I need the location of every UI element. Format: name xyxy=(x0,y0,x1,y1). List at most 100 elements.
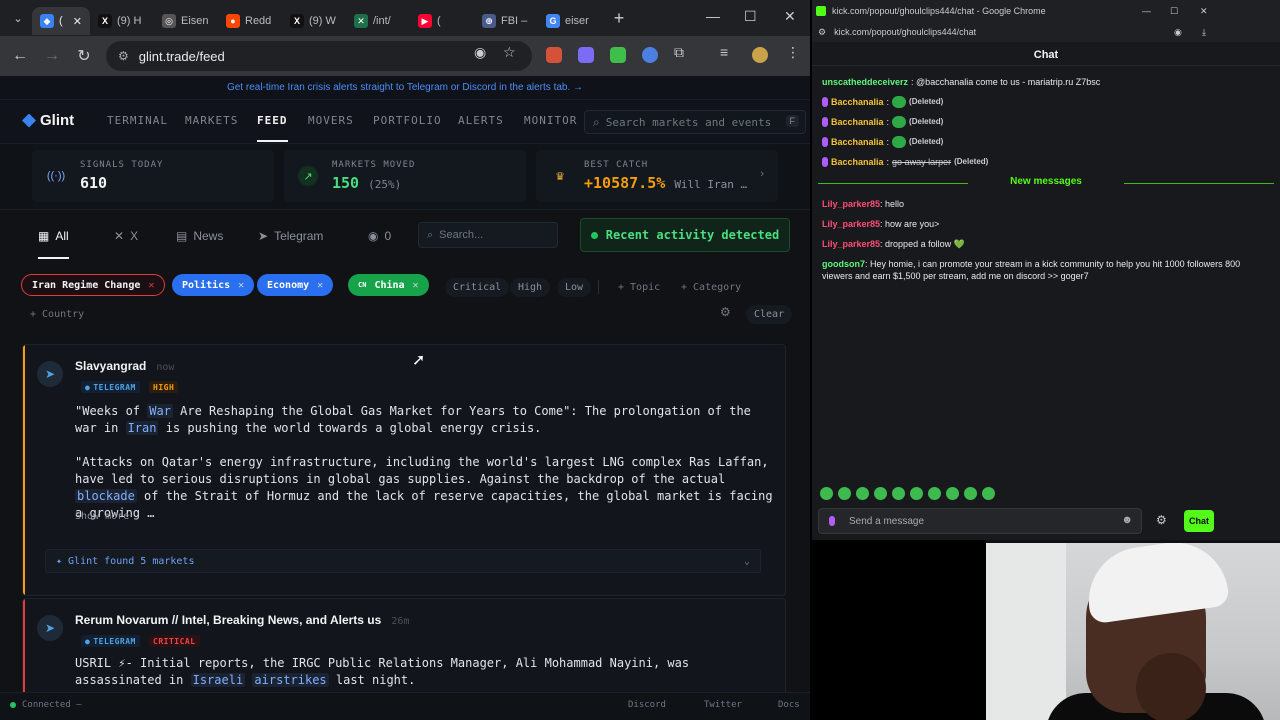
microphone-icon[interactable] xyxy=(829,516,835,526)
clear-filters-button[interactable]: Clear xyxy=(746,305,793,324)
keyword-highlight[interactable]: Israeli xyxy=(190,673,246,687)
nav-alerts[interactable]: ALERTS xyxy=(458,114,504,127)
emote-icon[interactable] xyxy=(820,487,833,500)
tab-search-button[interactable]: ⌄ xyxy=(4,4,32,32)
add-topic-button[interactable]: + Topic xyxy=(610,278,668,297)
reload-icon[interactable]: ↻ xyxy=(68,46,100,66)
feed-search-input[interactable]: ⌕ Search... xyxy=(418,222,558,248)
filter-x[interactable]: ✕ X xyxy=(114,229,138,243)
keyword-highlight[interactable]: War xyxy=(147,404,173,418)
severity-low[interactable]: Low xyxy=(557,278,592,297)
site-info-icon[interactable]: ⚙ xyxy=(118,49,129,63)
add-category-button[interactable]: + Category xyxy=(673,278,749,297)
minimize-icon[interactable]: — xyxy=(706,8,720,24)
browser-tab[interactable]: ⊕ FBI – xyxy=(474,7,538,35)
chat-username[interactable]: Bacchanalia xyxy=(831,116,884,128)
media-control-icon[interactable]: ≡ xyxy=(720,44,728,60)
emote-icon[interactable] xyxy=(856,487,869,500)
emote-icon[interactable] xyxy=(982,487,995,500)
chat-settings-icon[interactable]: ⚙ xyxy=(1156,513,1167,527)
keyword-highlight[interactable]: Iran xyxy=(125,421,159,435)
browser-tab[interactable]: ● Redd xyxy=(218,7,282,35)
docs-link[interactable]: Docs xyxy=(778,700,800,710)
filter-watching[interactable]: ◉ 0 xyxy=(368,229,391,243)
feed-post[interactable]: ➤ Slavyangrad now ● TELEGRAM HIGH "Weeks o… xyxy=(22,344,786,596)
bookmark-star-icon[interactable]: ☆ xyxy=(503,44,516,61)
chip-economy[interactable]: Economy ✕ xyxy=(257,274,334,296)
keyword-highlight[interactable]: airstrikes xyxy=(252,673,329,687)
post-source[interactable]: Rerum Novarum // Intel, Breaking News, a… xyxy=(75,613,409,627)
extension-fox-icon[interactable] xyxy=(546,47,562,63)
extension-shield-icon[interactable] xyxy=(642,47,658,63)
glint-logo[interactable]: Glint xyxy=(22,112,74,129)
maximize-icon[interactable]: ☐ xyxy=(744,8,757,25)
extension-green-icon[interactable] xyxy=(610,47,626,63)
new-tab-button[interactable]: + xyxy=(606,8,632,29)
close-icon[interactable]: ✕ xyxy=(317,280,323,291)
found-markets-toggle[interactable]: ✦ Glint found 5 markets ⌄ xyxy=(45,549,761,573)
tracking-protection-icon[interactable]: ◉ xyxy=(474,44,486,61)
minimize-icon[interactable]: — xyxy=(1142,6,1151,16)
close-window-icon[interactable]: ✕ xyxy=(784,8,796,25)
emote-icon[interactable] xyxy=(838,487,851,500)
emoji-icon[interactable]: ☻ xyxy=(1121,514,1133,526)
maximize-icon[interactable]: ☐ xyxy=(1170,6,1178,17)
close-icon[interactable]: ✕ xyxy=(413,280,419,291)
emote-icon[interactable] xyxy=(874,487,887,500)
show-more-link[interactable]: Show more xyxy=(75,511,129,522)
address-bar[interactable]: ⚙ glint.trade/feed xyxy=(106,41,532,71)
chip-iran-regime-change[interactable]: Iran Regime Change ✕ xyxy=(21,274,166,296)
nav-terminal[interactable]: TERMINAL xyxy=(107,114,168,127)
post-source[interactable]: Slavyangrad now xyxy=(75,359,174,373)
close-window-icon[interactable]: ✕ xyxy=(1200,6,1208,17)
nav-portfolio[interactable]: PORTFOLIO xyxy=(373,114,442,127)
recent-activity-badge[interactable]: Recent activity detected xyxy=(580,218,790,252)
close-icon[interactable]: ✕ xyxy=(148,280,154,291)
nav-markets[interactable]: MARKETS xyxy=(185,114,238,127)
send-chat-button[interactable]: Chat xyxy=(1184,510,1214,532)
chat-username[interactable]: Bacchanalia xyxy=(831,136,884,148)
browser-tab[interactable]: ✕ /int/ xyxy=(346,7,410,35)
browser-tab[interactable]: X (9) H xyxy=(90,7,154,35)
chat-address-bar[interactable]: ⚙ kick.com/popout/ghoulclips444/chat ◉ ⤓ xyxy=(812,22,1280,42)
browser-menu-icon[interactable]: ⋮ xyxy=(786,44,800,61)
forward-icon[interactable]: → xyxy=(36,47,68,65)
chat-username[interactable]: Bacchanalia xyxy=(831,96,884,108)
emote-icon[interactable] xyxy=(946,487,959,500)
emote-icon[interactable] xyxy=(910,487,923,500)
chip-politics[interactable]: Politics ✕ xyxy=(172,274,255,296)
browser-tab[interactable]: X (9) W xyxy=(282,7,346,35)
nav-monitor[interactable]: MONITOR xyxy=(524,114,577,127)
chat-username[interactable]: Bacchanalia xyxy=(831,156,884,168)
filter-all[interactable]: ▦ All xyxy=(38,229,69,259)
chip-china[interactable]: CN China ✕ xyxy=(348,274,429,296)
add-country-button[interactable]: + Country xyxy=(22,305,92,324)
download-icon[interactable]: ⤓ xyxy=(1202,27,1206,38)
feed-post[interactable]: ➤ Rerum Novarum // Intel, Breaking News,… xyxy=(22,598,786,698)
back-icon[interactable]: ← xyxy=(4,47,36,65)
tracking-protection-icon[interactable]: ◉ xyxy=(1174,27,1182,38)
chat-username[interactable]: unscatheddeceiverz xyxy=(822,76,908,88)
discord-link[interactable]: Discord xyxy=(628,700,666,710)
settings-gear-icon[interactable]: ⚙ xyxy=(720,305,731,319)
profile-avatar[interactable] xyxy=(752,47,768,63)
browser-tab[interactable]: ◎ Eisen xyxy=(154,7,218,35)
close-icon[interactable]: ✕ xyxy=(238,280,244,291)
twitter-link[interactable]: Twitter xyxy=(704,700,742,710)
chat-username[interactable]: goodson7 xyxy=(822,259,865,269)
filter-telegram[interactable]: ➤ Telegram xyxy=(258,229,323,243)
chat-username[interactable]: Lily_parker85 xyxy=(822,239,880,249)
filter-news[interactable]: ▤ News xyxy=(176,229,223,243)
browser-tab[interactable]: ▶( xyxy=(410,7,474,35)
browser-tab[interactable]: ◆ (✕ xyxy=(32,7,90,35)
markets-search-input[interactable]: ⌕ Search markets and events F xyxy=(584,110,806,134)
extensions-puzzle-icon[interactable]: ⧉ xyxy=(674,44,684,61)
best-catch-card[interactable]: ♛ BEST CATCH +10587.5% Will Iran … › xyxy=(536,150,778,202)
chat-username[interactable]: Lily_parker85 xyxy=(822,199,880,209)
severity-high[interactable]: High xyxy=(510,278,551,297)
close-tab-icon[interactable]: ✕ xyxy=(73,15,82,28)
browser-tab[interactable]: Geiser xyxy=(538,7,602,35)
new-messages-divider[interactable]: New messages xyxy=(818,176,1274,190)
emote-icon[interactable] xyxy=(928,487,941,500)
emote-icon[interactable] xyxy=(964,487,977,500)
